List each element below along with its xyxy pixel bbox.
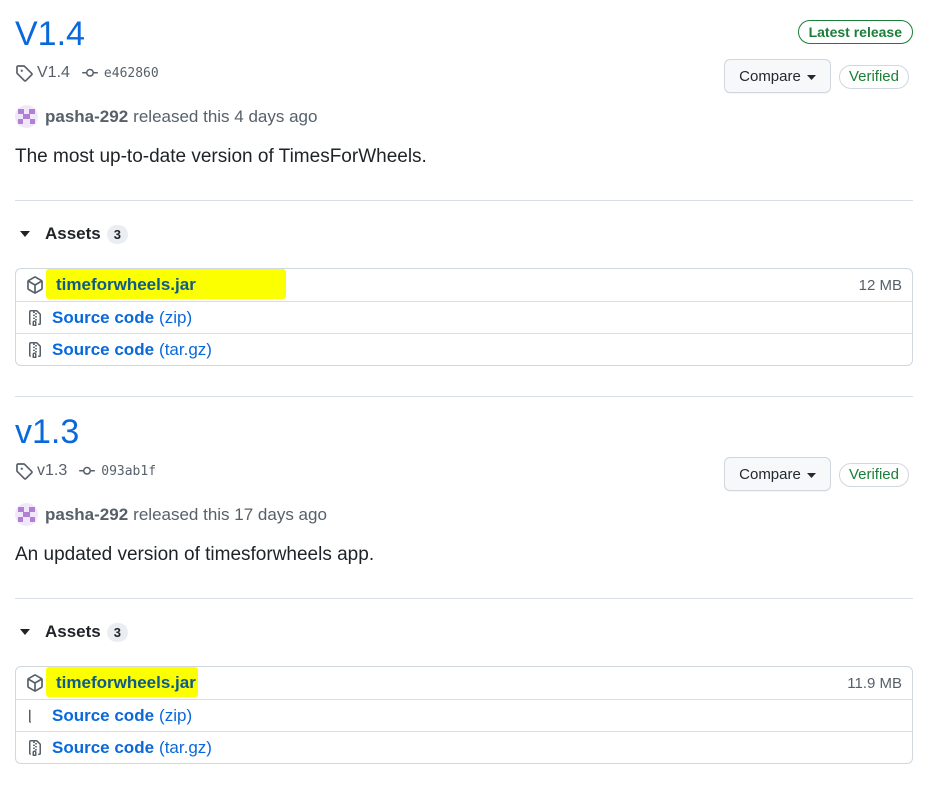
- release-title[interactable]: V1.4: [15, 14, 85, 54]
- source-code-ext: (tar.gz): [159, 737, 212, 757]
- asset-download-link[interactable]: timeforwheels.jar: [46, 269, 286, 299]
- list-item[interactable]: Source code (tar.gz): [16, 731, 912, 763]
- released-text: released this 4 days ago: [133, 106, 318, 126]
- source-code-label: Source code: [52, 339, 155, 359]
- file-zip-icon: [26, 309, 44, 327]
- assets-label: Assets: [45, 224, 101, 243]
- triangle-down-icon: [806, 466, 816, 483]
- tag-icon: [15, 64, 33, 82]
- list-item[interactable]: Source code (zip): [16, 301, 912, 333]
- source-code-label: Source code: [52, 705, 155, 725]
- compare-label: Compare: [739, 465, 801, 483]
- assets-label: Assets: [45, 622, 101, 641]
- tag-link[interactable]: v1.3: [37, 462, 67, 480]
- release-description: The most up-to-date version of TimesForW…: [15, 146, 427, 167]
- released-text: released this 17 days ago: [133, 504, 327, 524]
- file-zip-icon: [26, 739, 44, 757]
- asset-size: 11.9 MB: [847, 674, 902, 692]
- release-title[interactable]: v1.3: [15, 412, 79, 452]
- asset-name: timeforwheels.jar: [56, 275, 196, 294]
- author-link[interactable]: pasha-292: [45, 107, 128, 127]
- asset-size: 12 MB: [858, 276, 902, 294]
- source-code-ext: (zip): [159, 705, 193, 725]
- source-code-ext: (zip): [159, 307, 193, 327]
- asset-name: timeforwheels.jar: [56, 673, 196, 692]
- package-icon: [26, 674, 44, 692]
- commit-icon: [77, 463, 97, 479]
- list-item[interactable]: Source code (zip): [16, 699, 912, 731]
- asset-list: timeforwheels.jar 11.9 MB Source code (z…: [15, 666, 913, 764]
- list-item: timeforwheels.jar 11.9 MB: [16, 667, 912, 699]
- source-code-ext: (tar.gz): [159, 339, 212, 359]
- release-description: An updated version of timesforwheels app…: [15, 544, 375, 565]
- list-item: timeforwheels.jar 12 MB: [16, 269, 912, 301]
- author-row: pasha-292 released this 17 days ago: [15, 503, 327, 526]
- author-row: pasha-292 released this 4 days ago: [15, 105, 317, 128]
- list-item[interactable]: Source code (tar.gz): [16, 333, 912, 365]
- divider: [15, 598, 913, 599]
- compare-label: Compare: [739, 67, 801, 85]
- source-code-label: Source code: [52, 307, 155, 327]
- source-code-label: Source code: [52, 737, 155, 757]
- tag-icon: [15, 462, 33, 480]
- tag-link[interactable]: V1.4: [37, 64, 70, 82]
- avatar[interactable]: [15, 105, 38, 128]
- package-icon: [26, 276, 44, 294]
- commit-icon: [80, 65, 100, 81]
- file-zip-icon: [26, 341, 44, 359]
- release-meta: V1.4 e462860: [15, 64, 159, 82]
- asset-download-link[interactable]: timeforwheels.jar: [46, 667, 200, 697]
- commit-link[interactable]: e462860: [104, 66, 159, 81]
- triangle-down-icon: [20, 629, 30, 635]
- compare-button[interactable]: Compare: [724, 59, 831, 93]
- author-link[interactable]: pasha-292: [45, 505, 128, 525]
- assets-count: 3: [106, 224, 128, 244]
- file-zip-icon: [26, 707, 44, 725]
- asset-list: timeforwheels.jar 12 MB Source code (zip…: [15, 268, 913, 366]
- release-meta: v1.3 093ab1f: [15, 462, 156, 480]
- commit-link[interactable]: 093ab1f: [101, 464, 156, 479]
- triangle-down-icon: [20, 231, 30, 237]
- divider: [15, 200, 913, 201]
- verified-badge[interactable]: Verified: [838, 65, 909, 89]
- assets-count: 3: [106, 622, 128, 642]
- assets-toggle[interactable]: Assets 3: [20, 224, 128, 244]
- latest-release-badge: Latest release: [797, 20, 913, 44]
- assets-toggle[interactable]: Assets 3: [20, 622, 128, 642]
- compare-button[interactable]: Compare: [724, 457, 831, 491]
- verified-badge[interactable]: Verified: [838, 463, 909, 487]
- avatar[interactable]: [15, 503, 38, 526]
- release-separator: [15, 396, 913, 397]
- triangle-down-icon: [806, 68, 816, 85]
